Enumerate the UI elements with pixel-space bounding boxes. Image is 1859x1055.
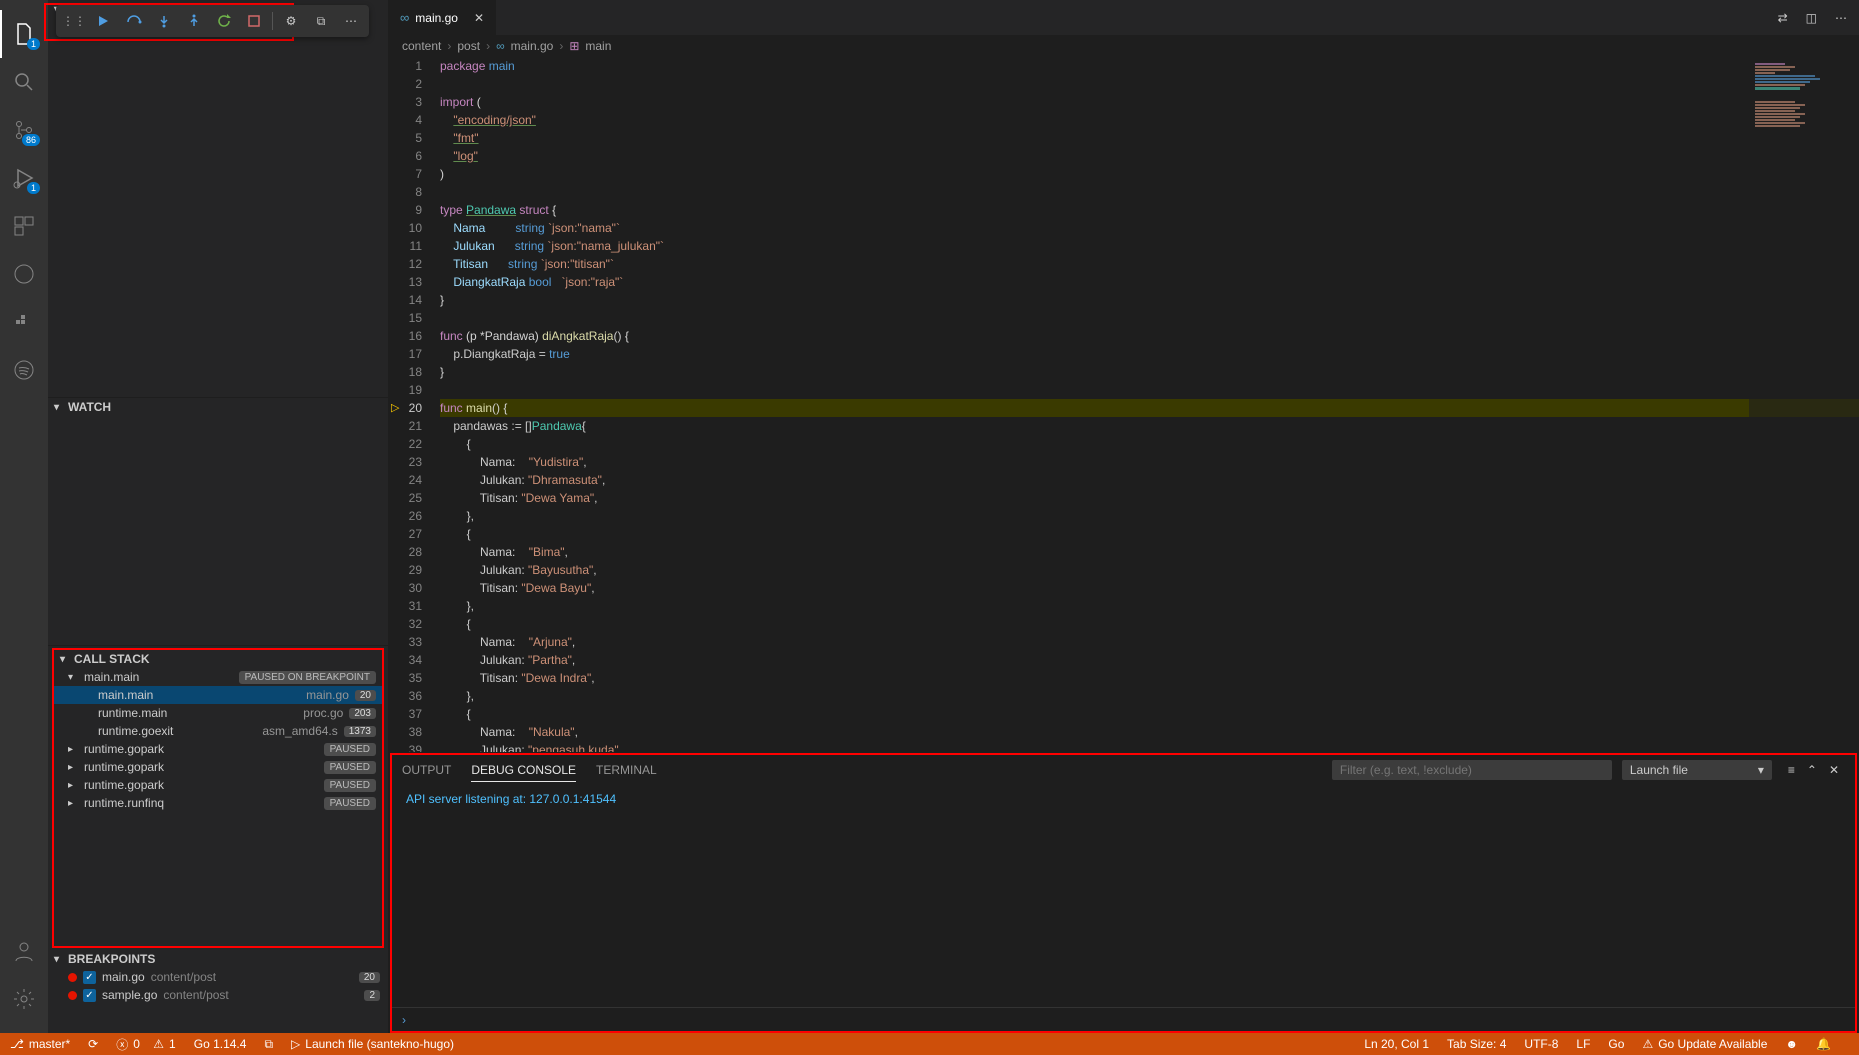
more-icon[interactable]: ⋯ [339, 9, 363, 33]
code-editor[interactable]: 1234567891011121314151617181920▷21222324… [388, 57, 1859, 752]
panel-tab-bar: OUTPUT DEBUG CONSOLE TERMINAL Launch fil… [392, 755, 1855, 785]
activity-bar: 1 86 1 [0, 0, 48, 1033]
repl-input[interactable]: › [392, 1007, 1855, 1031]
restart-button[interactable] [212, 9, 236, 33]
breakpoints-section: ▾BREAKPOINTS ✓main.gocontent/post20✓samp… [48, 950, 388, 1033]
go-version[interactable]: Go 1.14.4 [194, 1037, 247, 1051]
checkbox-icon[interactable]: ✓ [83, 971, 96, 984]
close-panel-icon[interactable]: ✕ [1829, 763, 1839, 777]
error-icon: ⓧ [116, 1036, 128, 1053]
editor-area: ∞ main.go ✕ ⇄ ◫ ⋯ content› post› ∞main.g… [388, 0, 1859, 1033]
stack-goroutine[interactable]: ▸runtime.goparkPAUSED [54, 758, 382, 776]
eol[interactable]: LF [1576, 1037, 1590, 1051]
stack-frame[interactable]: runtime.mainproc.go203 [54, 704, 382, 722]
go-update[interactable]: ⚠Go Update Available [1642, 1037, 1767, 1051]
accounts-icon[interactable] [0, 927, 48, 975]
go-file-icon: ∞ [496, 39, 505, 53]
step-into-button[interactable] [152, 9, 176, 33]
watch-title: WATCH [68, 400, 111, 414]
compare-icon[interactable]: ⇄ [1778, 11, 1788, 25]
spotify-icon[interactable] [0, 346, 48, 394]
run-debug-icon[interactable]: 1 [0, 154, 48, 202]
more-actions-icon[interactable]: ⋯ [1835, 11, 1847, 25]
tab-size[interactable]: Tab Size: 4 [1447, 1037, 1506, 1051]
stack-thread[interactable]: ▾ main.main PAUSED ON BREAKPOINT [54, 668, 382, 686]
debug-console-panel: OUTPUT DEBUG CONSOLE TERMINAL Launch fil… [390, 753, 1857, 1033]
notifications-icon[interactable]: 🔔 [1816, 1037, 1831, 1051]
step-over-button[interactable] [122, 9, 146, 33]
step-out-button[interactable] [182, 9, 206, 33]
word-wrap-icon[interactable]: ≡ [1788, 763, 1795, 777]
split-editor-icon[interactable]: ◫ [1806, 11, 1817, 25]
breakpoint-dot-icon [68, 973, 77, 982]
thread-status: PAUSED ON BREAKPOINT [239, 671, 376, 684]
debug-console-toggle-icon[interactable]: ⧉ [309, 9, 333, 33]
chevron-down-icon: ▾ [1758, 763, 1764, 777]
tab-output[interactable]: OUTPUT [402, 759, 451, 781]
language-mode[interactable]: Go [1608, 1037, 1624, 1051]
callstack-title: CALL STACK [74, 652, 150, 666]
tab-label: main.go [415, 11, 458, 25]
explorer-icon[interactable]: 1 [0, 10, 48, 58]
launch-config-select[interactable]: Launch file▾ [1622, 760, 1772, 780]
analysis-tools-icon[interactable]: ⧉ [264, 1037, 273, 1052]
encoding[interactable]: UTF-8 [1524, 1037, 1558, 1051]
stack-goroutine[interactable]: ▸runtime.goparkPAUSED [54, 776, 382, 794]
explorer-badge: 1 [27, 38, 40, 50]
console-filter-input[interactable] [1332, 760, 1612, 780]
checkbox-icon[interactable]: ✓ [83, 989, 96, 1002]
scm-badge: 86 [22, 134, 40, 146]
variables-section: ▾VARIABLES ▾Local [48, 0, 388, 398]
minimap[interactable] [1749, 57, 1859, 752]
cursor-position[interactable]: Ln 20, Col 1 [1364, 1037, 1429, 1051]
extensions-icon[interactable] [0, 202, 48, 250]
branch-indicator[interactable]: ⎇master* [10, 1037, 70, 1051]
debug-settings-icon[interactable]: ⚙ [279, 9, 303, 33]
thread-name: main.main [84, 670, 139, 684]
breakpoint-item[interactable]: ✓sample.gocontent/post2 [48, 986, 388, 1004]
warning-icon: ⚠ [153, 1037, 164, 1051]
console-output: API server listening at: 127.0.0.1:41544 [392, 785, 1855, 1007]
search-icon[interactable] [0, 58, 48, 106]
go-file-icon: ∞ [400, 10, 409, 25]
source-control-icon[interactable]: 86 [0, 106, 48, 154]
debug-icon: ▷ [291, 1037, 300, 1051]
continue-button[interactable] [92, 9, 116, 33]
debug-badge: 1 [27, 182, 40, 194]
feedback-icon[interactable]: ☻ [1785, 1037, 1798, 1051]
watch-header[interactable]: ▾WATCH [48, 398, 388, 416]
close-icon[interactable]: ✕ [474, 11, 484, 25]
remote-icon[interactable] [0, 250, 48, 298]
warning-icon: ⚠ [1642, 1037, 1653, 1051]
chevron-up-icon[interactable]: ⌃ [1807, 763, 1817, 777]
watch-section: ▾WATCH [48, 398, 388, 646]
branch-icon: ⎇ [10, 1037, 24, 1051]
breakpoints-header[interactable]: ▾BREAKPOINTS [48, 950, 388, 968]
debug-toolbar: ⋮⋮ ⚙ ⧉ ⋯ [56, 5, 369, 37]
breakpoints-title: BREAKPOINTS [68, 952, 155, 966]
sync-icon[interactable]: ⟳ [88, 1037, 98, 1051]
drag-handle-icon[interactable]: ⋮⋮ [62, 9, 86, 33]
launch-config-status[interactable]: ▷Launch file (santekno-hugo) [291, 1037, 454, 1051]
stack-goroutine[interactable]: ▸runtime.runfinqPAUSED [54, 794, 382, 812]
stack-frame[interactable]: main.mainmain.go20 [54, 686, 382, 704]
debug-sidebar: ▾VARIABLES ▾Local ▾WATCH ▾CALL STACK ▾ m… [48, 0, 388, 1033]
callstack-header[interactable]: ▾CALL STACK [54, 650, 382, 668]
callstack-section: ▾CALL STACK ▾ main.main PAUSED ON BREAKP… [52, 648, 384, 948]
tab-main-go[interactable]: ∞ main.go ✕ [388, 0, 496, 35]
settings-icon[interactable] [0, 975, 48, 1023]
tab-bar: ∞ main.go ✕ ⇄ ◫ ⋯ [388, 0, 1859, 35]
stack-goroutine[interactable]: ▸runtime.goparkPAUSED [54, 740, 382, 758]
tab-debug-console[interactable]: DEBUG CONSOLE [471, 759, 576, 782]
problems-indicator[interactable]: ⓧ0 ⚠1 [116, 1036, 176, 1053]
breakpoint-dot-icon [68, 991, 77, 1000]
stop-button[interactable] [242, 9, 266, 33]
status-bar: ⎇master* ⟳ ⓧ0 ⚠1 Go 1.14.4 ⧉ ▷Launch fil… [0, 1033, 1859, 1055]
tab-terminal[interactable]: TERMINAL [596, 759, 657, 781]
breakpoint-item[interactable]: ✓main.gocontent/post20 [48, 968, 388, 986]
breadcrumb[interactable]: content› post› ∞main.go› ⊞main [388, 35, 1859, 57]
docker-icon[interactable] [0, 298, 48, 346]
function-icon: ⊞ [569, 39, 579, 53]
stack-frame[interactable]: runtime.goexitasm_amd64.s1373 [54, 722, 382, 740]
